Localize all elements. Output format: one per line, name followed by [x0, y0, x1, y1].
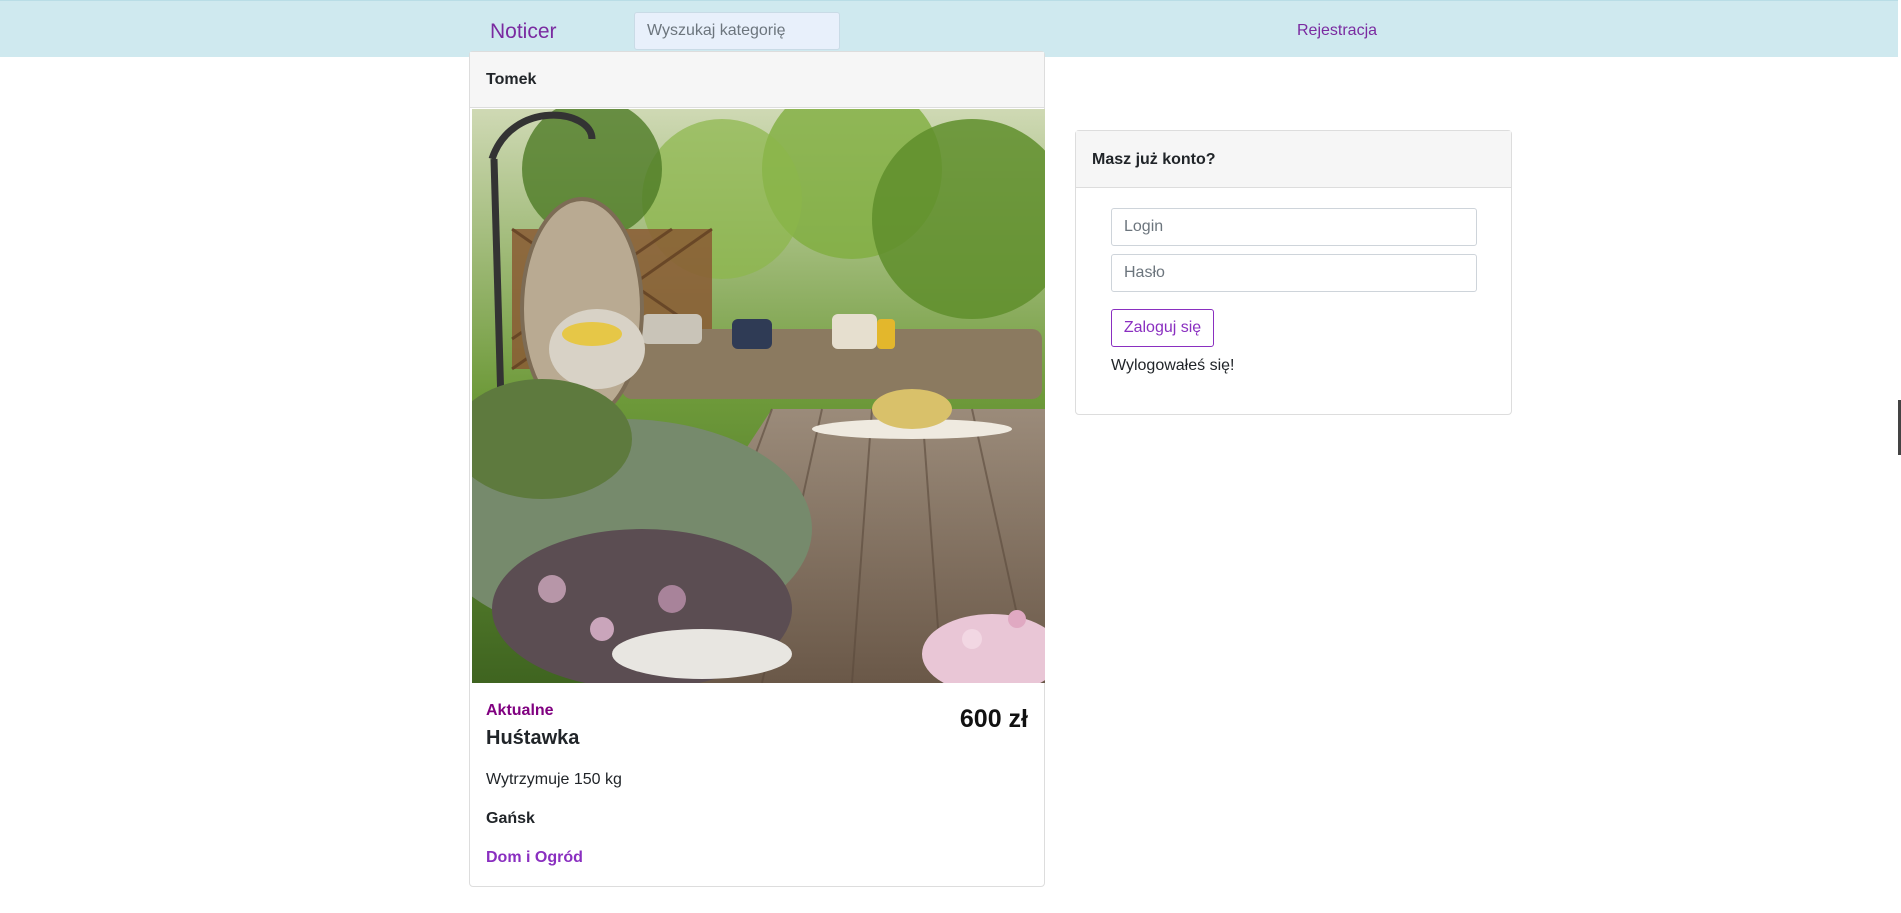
login-card-header: Masz już konto?	[1076, 131, 1511, 188]
brand-link[interactable]: Noticer	[490, 20, 557, 44]
post-category-link[interactable]: Dom i Ogród	[486, 849, 583, 867]
login-button[interactable]: Zaloguj się	[1111, 309, 1214, 347]
password-input[interactable]	[1111, 254, 1477, 292]
post-author: Tomek	[470, 52, 1044, 108]
logout-message: Wylogowałeś się!	[1111, 357, 1235, 374]
category-search-input[interactable]	[634, 12, 840, 50]
garden-swing-photo	[472, 109, 1045, 683]
post-title: Huśtawka	[486, 727, 580, 749]
login-input[interactable]	[1111, 208, 1477, 246]
post-card: Tomek Aktualne Huśtawka 600 zł Wytrzymuj…	[469, 51, 1045, 887]
top-navbar: Noticer Rejestracja	[0, 0, 1898, 57]
login-card: Masz już konto? Zaloguj się Wylogowałeś …	[1075, 130, 1512, 415]
post-photo	[472, 109, 1045, 683]
post-description: Wytrzymuje 150 kg	[486, 771, 622, 788]
post-city: Gańsk	[486, 810, 535, 827]
register-link[interactable]: Rejestracja	[1297, 22, 1377, 40]
post-price: 600 zł	[959, 705, 1028, 733]
post-status: Aktualne	[486, 702, 554, 719]
